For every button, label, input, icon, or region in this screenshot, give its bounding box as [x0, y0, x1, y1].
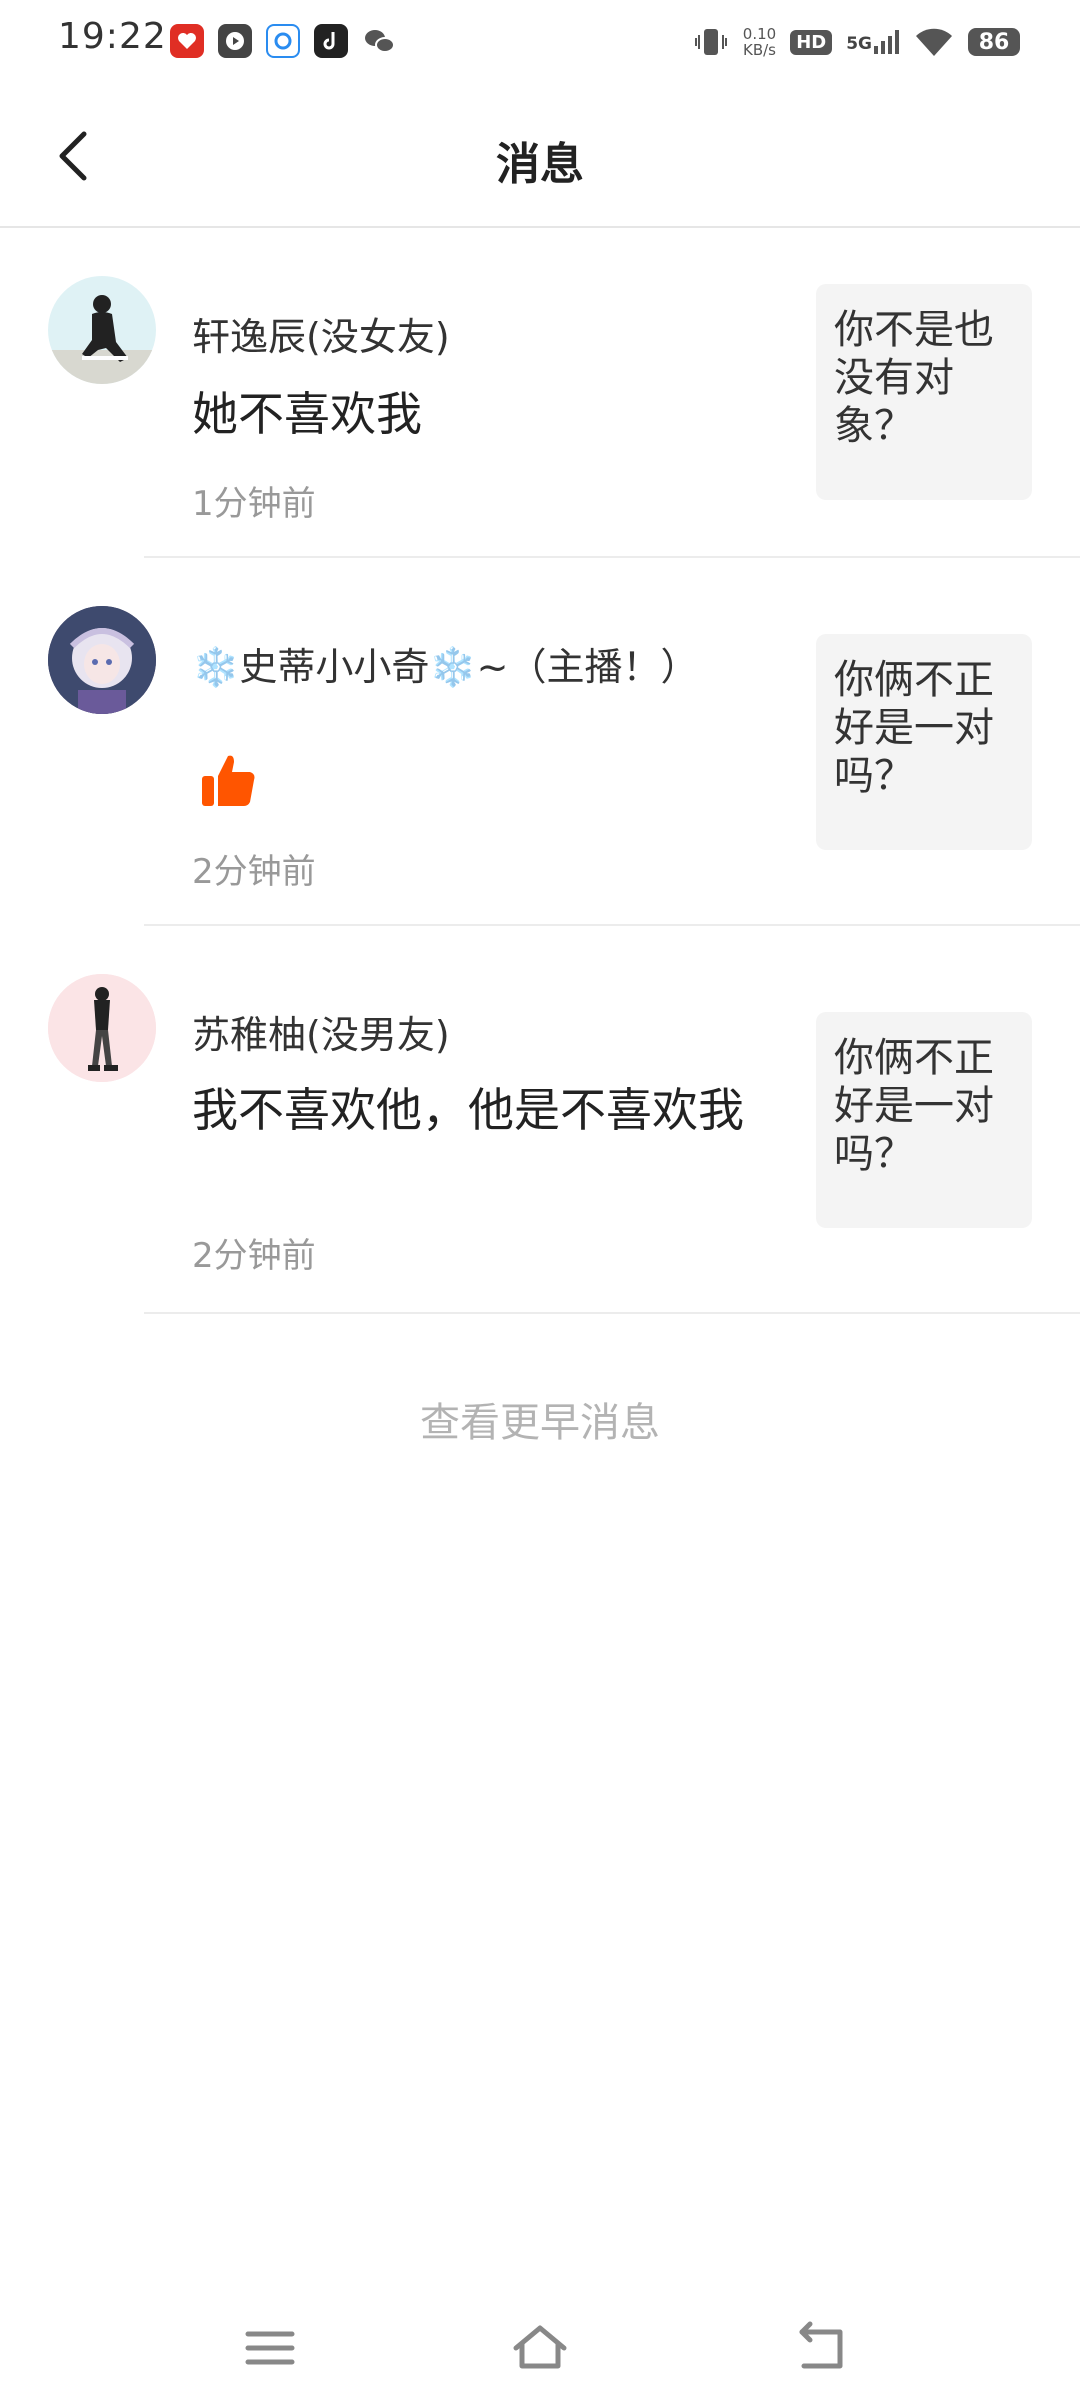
menu-button[interactable] — [240, 2318, 300, 2378]
username: 苏稚柚(没男友) — [192, 1013, 450, 1057]
tiktok-icon — [314, 24, 348, 58]
status-bar: 19:22 0.10 KB/s HD 5G 86 — [0, 0, 1080, 84]
username: ❄️史蒂小小奇❄️~（主播！） — [192, 645, 699, 689]
system-nav-bar — [0, 2300, 1080, 2390]
avatar[interactable] — [48, 606, 156, 714]
status-time: 19:22 — [58, 16, 167, 57]
avatar[interactable] — [48, 974, 156, 1082]
message-text: 我不喜欢他，他是不喜欢我 — [192, 1083, 744, 1137]
return-icon — [799, 2321, 843, 2369]
pinduoduo-icon — [170, 24, 204, 58]
message-time: 2分钟前 — [192, 852, 316, 892]
wechat-icon — [362, 24, 396, 58]
network-type: 5G — [846, 34, 872, 54]
net-speed-value: 0.10 — [742, 25, 777, 43]
message-item[interactable]: 轩逸辰(没女友) 她不喜欢我 1分钟前 你不是也没有对象？ — [0, 228, 1080, 558]
message-text: 她不喜欢我 — [192, 387, 422, 441]
notification-icons — [170, 24, 396, 60]
home-icon — [513, 2325, 567, 2369]
net-speed: 0.10 KB/s — [743, 26, 776, 58]
battery-indicator: 86 — [968, 28, 1020, 56]
message-time: 2分钟前 — [192, 1236, 316, 1276]
quoted-post[interactable]: 你俩不正好是一对吗？ — [816, 1012, 1032, 1228]
wifi-icon — [916, 28, 952, 56]
message-item[interactable]: 苏稚柚(没男友) 我不喜欢他，他是不喜欢我 2分钟前 你俩不正好是一对吗？ — [0, 926, 1080, 1312]
browser-icon — [266, 24, 300, 58]
net-speed-unit: KB/s — [742, 41, 776, 59]
thumbs-up-icon — [200, 752, 258, 814]
system-status: 0.10 KB/s HD 5G 86 — [693, 22, 1020, 62]
menu-icon — [245, 2331, 295, 2365]
hd-badge: HD — [790, 29, 833, 55]
quoted-post[interactable]: 你俩不正好是一对吗？ — [816, 634, 1032, 850]
message-time: 1分钟前 — [192, 484, 316, 524]
home-button[interactable] — [510, 2318, 570, 2378]
message-item[interactable]: ❄️史蒂小小奇❄️~（主播！） 2分钟前 你俩不正好是一对吗？ — [0, 558, 1080, 926]
username: 轩逸辰(没女友) — [192, 315, 450, 359]
header: 消息 — [0, 84, 1080, 228]
video-icon — [218, 24, 252, 58]
vibrate-icon — [694, 29, 727, 55]
avatar[interactable] — [48, 276, 156, 384]
divider — [144, 1312, 1080, 1314]
page-title: 消息 — [496, 139, 584, 190]
quoted-post[interactable]: 你不是也没有对象？ — [816, 284, 1032, 500]
cell-signal-icon: 5G — [846, 30, 900, 54]
load-earlier-button[interactable]: 查看更早消息 — [0, 1390, 1080, 1448]
back-nav-button[interactable] — [792, 2318, 852, 2378]
